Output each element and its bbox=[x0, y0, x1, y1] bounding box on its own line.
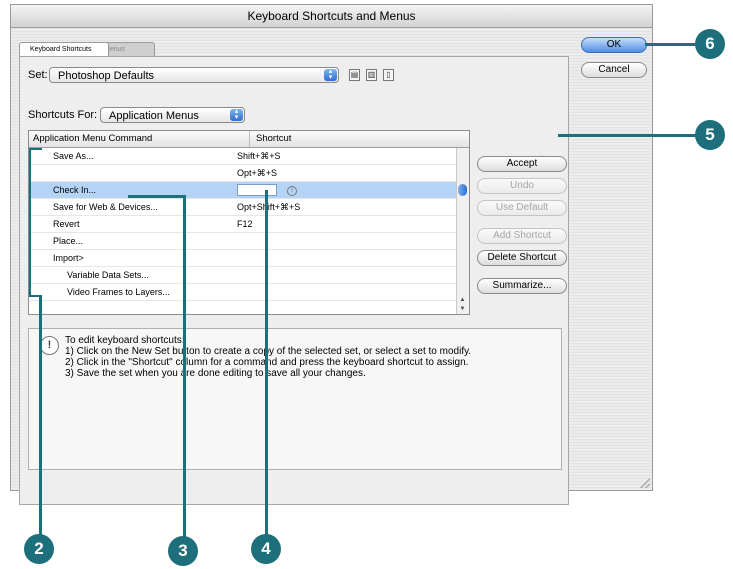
instructions-box: ! To edit keyboard shortcuts: 1) Click on… bbox=[28, 328, 562, 470]
tab-keyboard-shortcuts[interactable]: Keyboard Shortcuts bbox=[19, 42, 109, 56]
set-value: Photoshop Defaults bbox=[58, 70, 155, 82]
accept-button[interactable]: Accept bbox=[477, 156, 567, 172]
callout-4-marker: 4 bbox=[251, 534, 281, 564]
dropdown-arrows-icon: ▴ ▾ bbox=[324, 68, 337, 81]
shortcut-cell[interactable]: Opt+Shift+⌘+S bbox=[237, 199, 300, 216]
callout-6-marker: 6 bbox=[695, 29, 725, 59]
instruction-line: 2) Click in the "Shortcut" column for a … bbox=[65, 357, 469, 368]
command-cell: Check In... bbox=[53, 185, 97, 195]
callout-6-line bbox=[645, 43, 697, 46]
undo-button[interactable]: Undo bbox=[477, 178, 567, 194]
command-cell: Import> bbox=[53, 253, 84, 263]
keyboard-shortcuts-dialog: Keyboard Shortcuts and Menus Keyboard Sh… bbox=[10, 4, 653, 505]
shortcuts-table: Application Menu Command Shortcut Save A… bbox=[28, 130, 470, 315]
command-cell: Save for Web & Devices... bbox=[53, 202, 158, 212]
shortcut-cell[interactable]: F12 bbox=[237, 216, 253, 233]
table-header: Application Menu Command Shortcut bbox=[29, 131, 469, 148]
table-scrollbar[interactable]: ▲ ▼ bbox=[456, 148, 469, 314]
command-cell: Variable Data Sets... bbox=[67, 270, 149, 280]
shortcuts-panel: Set: Photoshop Defaults ▴ ▾ ▤ ▥ ▯ Shortcu… bbox=[19, 56, 569, 505]
shortcut-edit-field[interactable] bbox=[237, 184, 277, 196]
shortcuts-for-label: Shortcuts For: bbox=[28, 109, 98, 121]
instruction-line: 1) Click on the New Set button to create… bbox=[65, 346, 472, 357]
callout-4-line bbox=[265, 190, 268, 536]
dropdown-arrows-icon: ▴ ▾ bbox=[230, 108, 243, 121]
table-row[interactable]: Variable Data Sets... bbox=[29, 267, 457, 284]
shortcuts-for-value: Application Menus bbox=[109, 110, 199, 122]
ok-button[interactable]: OK bbox=[581, 37, 647, 53]
callout-3-horizontal-line bbox=[128, 195, 185, 198]
cancel-button[interactable]: Cancel bbox=[581, 62, 647, 78]
use-default-button[interactable]: Use Default bbox=[477, 200, 567, 216]
table-row[interactable]: Opt+⌘+S bbox=[29, 165, 457, 182]
shortcuts-for-dropdown[interactable]: Application Menus ▴ ▾ bbox=[100, 107, 245, 123]
callout-5-line bbox=[558, 134, 698, 137]
save-set-icon[interactable]: ▤ bbox=[349, 69, 360, 81]
table-row[interactable]: Place... bbox=[29, 233, 457, 250]
new-set-icon[interactable]: ▥ bbox=[366, 69, 377, 81]
callout-3-marker: 3 bbox=[168, 536, 198, 566]
warning-icon: ! bbox=[287, 186, 297, 196]
table-row-selected[interactable]: Check In... ! bbox=[29, 182, 457, 199]
table-row[interactable]: Save for Web & Devices... Opt+Shift+⌘+S bbox=[29, 199, 457, 216]
set-dropdown[interactable]: Photoshop Defaults ▴ ▾ bbox=[49, 67, 339, 83]
callout-5-marker: 5 bbox=[695, 120, 725, 150]
scroll-up-arrow-icon[interactable]: ▲ bbox=[458, 296, 467, 304]
command-cell: Revert bbox=[53, 219, 80, 229]
instructions-text: To edit keyboard shortcuts: 1) Click on t… bbox=[65, 335, 471, 379]
callout-2-marker: 2 bbox=[24, 534, 54, 564]
callout-3-line bbox=[183, 195, 186, 538]
command-cell: Save As... bbox=[53, 151, 94, 161]
delete-shortcut-button[interactable]: Delete Shortcut bbox=[477, 250, 567, 266]
resize-grip-icon[interactable] bbox=[640, 478, 650, 488]
set-label: Set: bbox=[28, 69, 48, 81]
command-cell: Place... bbox=[53, 236, 84, 246]
table-row[interactable]: Video Frames to Layers... bbox=[29, 284, 457, 301]
command-cell: Video Frames to Layers... bbox=[67, 287, 170, 297]
table-row[interactable]: Save As... Shift+⌘+S bbox=[29, 148, 457, 165]
scroll-down-arrow-icon[interactable]: ▼ bbox=[458, 305, 467, 313]
column-header-command[interactable]: Application Menu Command bbox=[33, 131, 152, 147]
instruction-line: To edit keyboard shortcuts: bbox=[65, 335, 185, 346]
add-shortcut-button[interactable]: Add Shortcut bbox=[477, 228, 567, 244]
shortcut-cell[interactable]: Opt+⌘+S bbox=[237, 165, 277, 182]
delete-set-icon[interactable]: ▯ bbox=[383, 69, 394, 81]
column-header-shortcut[interactable]: Shortcut bbox=[249, 131, 291, 147]
summarize-button[interactable]: Summarize... bbox=[477, 278, 567, 294]
instruction-line: 3) Save the set when you are done editin… bbox=[65, 368, 366, 379]
dialog-body: Keyboard Shortcuts Menus Set: Photoshop … bbox=[11, 28, 652, 505]
shortcut-cell[interactable]: Shift+⌘+S bbox=[237, 148, 281, 165]
table-row[interactable]: Revert F12 bbox=[29, 216, 457, 233]
window-title: Keyboard Shortcuts and Menus bbox=[11, 5, 652, 28]
scrollbar-thumb[interactable] bbox=[458, 184, 467, 196]
callout-2-line bbox=[39, 296, 42, 536]
table-row[interactable]: Import> bbox=[29, 250, 457, 267]
info-alert-icon: ! bbox=[40, 336, 59, 355]
callout-2-bracket bbox=[29, 148, 42, 297]
